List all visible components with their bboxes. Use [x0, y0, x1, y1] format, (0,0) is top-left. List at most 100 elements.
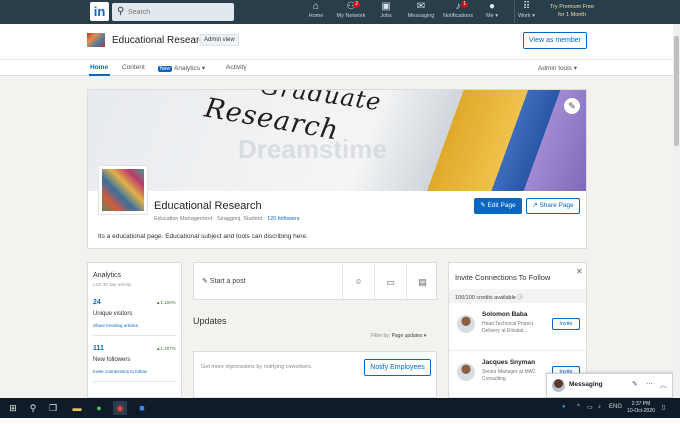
system-clock[interactable]: 2:37 PM 10-Oct-2020: [624, 401, 658, 415]
invite-connections-link[interactable]: Invite connections to follow: [93, 369, 147, 374]
analytics-title: Analytics: [93, 272, 122, 279]
zoom-icon[interactable]: ■: [135, 401, 149, 415]
start-post-button[interactable]: ✎ Start a post: [202, 277, 246, 285]
network-icon: ⚇: [346, 1, 356, 12]
person-role: Head Technical Project Delivery at Etisa…: [482, 321, 534, 334]
page-hero-card: Graduate Research Dreamstime ✎ Education…: [87, 89, 587, 249]
share-page-button[interactable]: ↗ Share Page: [526, 198, 580, 214]
analytics-subtitle: Last 30 day activity: [93, 282, 132, 287]
organization-name: Educational Research: [154, 200, 262, 212]
credits-available: 100/100 credits available ⓘ: [449, 289, 586, 303]
nav-messaging[interactable]: ✉ Messaging: [406, 1, 436, 23]
unique-visitors-delta: ▲1,100%: [156, 300, 176, 305]
avatar[interactable]: [457, 363, 475, 381]
search-input[interactable]: [128, 5, 228, 19]
nav-my-network[interactable]: ⚇ 2 My Network: [334, 1, 368, 23]
close-icon[interactable]: ✕: [576, 267, 583, 276]
person-name[interactable]: Jacques Snyman: [482, 359, 535, 366]
camera-icon[interactable]: ⌾: [342, 263, 374, 301]
top-navigation-bar: in ⚲ ⌂ Home ⚇ 2 My Network ▣ Jobs ✉ Mess…: [0, 0, 680, 24]
analytics-card: Analytics Last 30 day activity 24 ▲1,100…: [87, 262, 182, 398]
page-logo[interactable]: [98, 165, 148, 215]
linkedin-logo[interactable]: in: [90, 2, 109, 21]
nav-jobs[interactable]: ▣ Jobs: [376, 1, 396, 23]
tab-content[interactable]: Content: [122, 64, 145, 71]
home-icon: ⌂: [312, 1, 320, 12]
chevron-up-icon[interactable]: ^: [577, 404, 580, 410]
messaging-panel[interactable]: Messaging ✎ ⋯ ︿: [546, 373, 673, 398]
chevron-down-icon: ▾: [201, 65, 206, 72]
logo-image: [102, 169, 144, 211]
bell-icon: ♪: [455, 1, 461, 12]
jobs-icon: ▣: [381, 1, 391, 12]
video-icon[interactable]: ▭: [374, 263, 406, 301]
avatar: ●: [488, 1, 496, 12]
list-item: Solomon Baba Head Technical Project Deli…: [449, 305, 586, 351]
unique-visitors-label: Unique visitors: [93, 311, 133, 317]
avatar: [552, 379, 565, 392]
unique-visitors-count[interactable]: 24: [93, 299, 101, 306]
edge-icon[interactable]: ●: [562, 404, 566, 410]
battery-icon[interactable]: ▭: [587, 404, 593, 411]
edit-cover-icon[interactable]: ✎: [564, 98, 580, 114]
search-box[interactable]: ⚲: [112, 3, 234, 21]
language-indicator[interactable]: ENG: [609, 404, 622, 410]
tab-analytics[interactable]: New Analytics ▾: [158, 64, 205, 72]
watermark: Dreamstime: [238, 134, 387, 164]
task-view-icon[interactable]: ❐: [46, 401, 60, 415]
notification-badge: 2: [353, 1, 360, 8]
notify-employees-card: Get more impressions by notifying cowork…: [193, 351, 437, 398]
scrollbar-thumb[interactable]: [674, 36, 679, 146]
nav-work[interactable]: ⠿ Work ▾: [514, 1, 538, 23]
page-logo-thumbnail: [87, 33, 105, 47]
whatsapp-icon[interactable]: ●: [92, 401, 106, 415]
new-followers-delta: ▲1,207%: [156, 346, 176, 351]
followers-link[interactable]: 120 followers: [267, 216, 299, 222]
nav-me[interactable]: ● Me ▾: [482, 1, 502, 23]
new-badge: New: [158, 66, 173, 72]
search-icon[interactable]: ⚲: [26, 401, 40, 415]
person-role: Senior Manager at MAC Consulting: [482, 369, 536, 382]
windows-taskbar: ⊞ ⚲ ❐ ▬ ● ◉ ■ ● ^ ▭ ♪ ENG 2:37 PM 10-Oct…: [0, 398, 680, 418]
chrome-icon[interactable]: ◉: [113, 401, 127, 415]
divider: [93, 335, 177, 336]
invite-button[interactable]: Invite: [552, 318, 580, 330]
active-tab-indicator: [89, 74, 110, 76]
page-title: Educational Research: [112, 35, 210, 46]
chevron-up-icon[interactable]: ︿: [660, 380, 667, 390]
try-premium-link[interactable]: Try Premium Free for 1 Month: [542, 3, 602, 19]
start-post-card: ✎ Start a post ⌾ ▭ ▤: [193, 262, 438, 301]
messaging-icon: ✉: [416, 1, 426, 12]
view-as-member-button[interactable]: View as member: [523, 32, 587, 49]
nav-home[interactable]: ⌂ Home: [305, 1, 327, 23]
filter-by[interactable]: Filter by: Page updates ▾: [371, 333, 426, 339]
search-icon: ⚲: [117, 6, 125, 17]
tab-home[interactable]: Home: [90, 64, 108, 71]
new-followers-count[interactable]: 111: [93, 345, 104, 352]
notification-center-icon[interactable]: ▯: [662, 404, 665, 411]
page-scrollbar[interactable]: [673, 24, 680, 398]
notification-badge: 1: [461, 1, 468, 8]
notify-text: Get more impressions by notifying cowork…: [201, 364, 313, 370]
avatar[interactable]: [457, 315, 475, 333]
grid-icon: ⠿: [522, 1, 531, 12]
admin-tools-dropdown[interactable]: Admin tools ▾: [538, 64, 577, 72]
nav-notifications[interactable]: ♪ 1 Notifications: [440, 1, 476, 23]
more-icon[interactable]: ⋯: [646, 380, 653, 388]
filter-select[interactable]: Page updates ▾: [392, 333, 427, 339]
notify-employees-button[interactable]: Notify Employees: [364, 359, 431, 376]
windows-start-icon[interactable]: ⊞: [6, 401, 20, 415]
edit-page-button[interactable]: ✎ Edit Page: [474, 198, 522, 214]
divider: [93, 381, 177, 382]
share-articles-link[interactable]: Share trending articles: [93, 323, 138, 328]
pencil-icon: ✎: [202, 278, 208, 285]
volume-icon[interactable]: ♪: [598, 404, 601, 410]
file-explorer-icon[interactable]: ▬: [70, 401, 84, 415]
messaging-label: Messaging: [569, 381, 603, 388]
compose-icon[interactable]: ✎: [632, 380, 638, 388]
document-icon[interactable]: ▤: [406, 263, 438, 301]
updates-heading: Updates: [193, 316, 227, 326]
tab-activity[interactable]: Activity: [226, 64, 247, 71]
new-followers-label: New followers: [93, 357, 131, 363]
person-name[interactable]: Solomon Baba: [482, 311, 528, 318]
